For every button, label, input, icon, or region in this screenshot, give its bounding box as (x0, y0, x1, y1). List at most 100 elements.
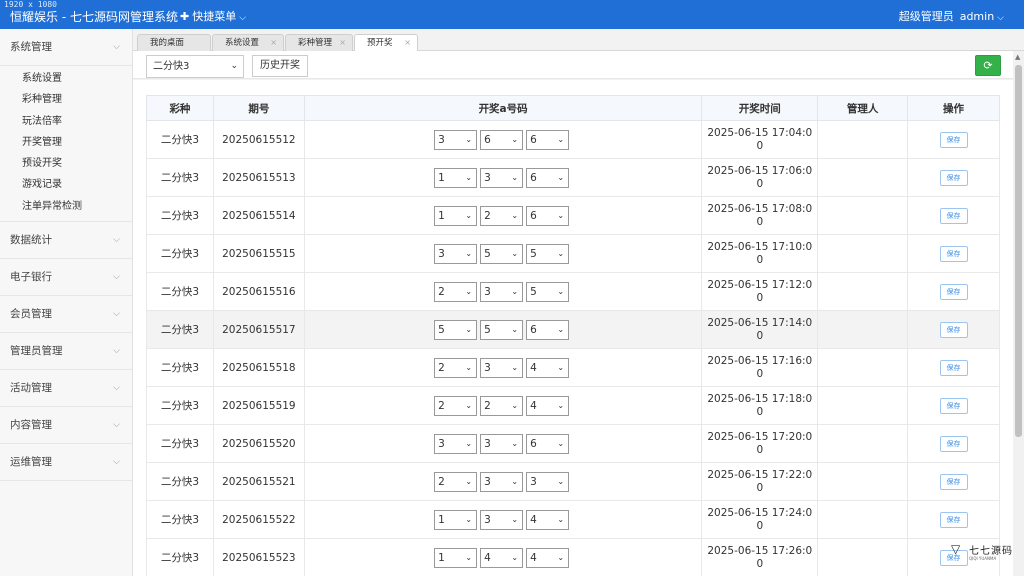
number-select-1[interactable]: 2 ⌄ (434, 471, 478, 492)
manager-cell (817, 386, 909, 425)
draw-time-cell: 2025-06-15 17:12:0 0 (701, 272, 819, 311)
number-selects: 5 ⌄ 5 ⌄ 6 ⌄ (434, 319, 572, 340)
number-select-3[interactable]: 6 ⌄ (526, 167, 570, 188)
scrollbar[interactable]: ▲ (1013, 51, 1024, 576)
number-select-1[interactable]: 1 ⌄ (434, 167, 478, 188)
number-select-1[interactable]: 3 ⌄ (434, 243, 478, 264)
number-select-2[interactable]: 3 ⌄ (480, 167, 524, 188)
save-button[interactable]: 保存 (939, 207, 968, 224)
number-select-2[interactable]: 3 ⌄ (480, 509, 524, 530)
number-select-1[interactable]: 1 ⌄ (434, 205, 478, 226)
close-icon[interactable]: × (339, 35, 346, 51)
draw-table: 彩种 期号 开奖a号码 开奖时间 管理人 操作 二分快3 20250615512 3… (146, 95, 1000, 576)
action-cell: 保存 (907, 310, 1000, 349)
sidebar-item[interactable]: 注单异常检测 (0, 196, 132, 217)
refresh-button[interactable]: ⟳ (975, 55, 1001, 76)
number-select-1[interactable]: 5 ⌄ (434, 319, 478, 340)
number-select-3[interactable]: 6 ⌄ (526, 433, 570, 454)
sidebar-group-activity[interactable]: 活动管理 ⌵ (0, 370, 132, 408)
sidebar-group-content[interactable]: 内容管理 ⌵ (0, 407, 132, 445)
chevron-down-icon: ⌄ (465, 134, 473, 144)
sidebar-group-stats[interactable]: 数据统计 ⌵ (0, 222, 132, 260)
watermark-subtext: QIQI YUANMA (969, 556, 997, 561)
sidebar-group-member[interactable]: 会员管理 ⌵ (0, 296, 132, 334)
save-button[interactable]: 保存 (939, 245, 968, 262)
number-selects: 1 ⌄ 3 ⌄ 6 ⌄ (434, 167, 572, 188)
number-select-2[interactable]: 3 ⌄ (480, 471, 524, 492)
sidebar-item[interactable]: 预设开奖 (0, 153, 132, 174)
number-select-1[interactable]: 2 ⌄ (434, 357, 478, 378)
chevron-down-icon: ⌵ (113, 346, 120, 357)
number-select-2[interactable]: 4 ⌄ (480, 547, 524, 568)
number-select-3[interactable]: 3 ⌄ (526, 471, 570, 492)
chevron-down-icon: ⌄ (511, 248, 519, 258)
sidebar-item[interactable]: 玩法倍率 (0, 111, 132, 132)
number-select-1[interactable]: 1 ⌄ (434, 547, 478, 568)
sidebar-item[interactable]: 开奖管理 (0, 132, 132, 153)
number-select-2[interactable]: 5 ⌄ (480, 243, 524, 264)
number-select-3[interactable]: 4 ⌄ (526, 395, 570, 416)
column-header: 操作 (907, 95, 1000, 121)
lottery-select[interactable]: 二分快3 ⌄ (146, 55, 244, 78)
number-select-2[interactable]: 2 ⌄ (480, 395, 524, 416)
numbers-cell: 3 ⌄ 6 ⌄ 6 ⌄ (303, 120, 703, 159)
number-select-2[interactable]: 3 ⌄ (480, 433, 524, 454)
number-select-3[interactable]: 4 ⌄ (526, 509, 570, 530)
number-select-3[interactable]: 6 ⌄ (526, 205, 570, 226)
issue-cell: 20250615522 (212, 500, 305, 539)
number-select-1[interactable]: 1 ⌄ (434, 509, 478, 530)
chevron-down-icon: ⌄ (511, 514, 519, 524)
sidebar-group-system[interactable]: 系统管理 ⌵ (0, 29, 132, 66)
save-button[interactable]: 保存 (939, 169, 968, 186)
sidebar-group-ebank[interactable]: 电子银行 ⌵ (0, 259, 132, 297)
number-select-value: 5 (530, 247, 537, 260)
sidebar-group-admin[interactable]: 管理员管理 ⌵ (0, 333, 132, 371)
chevron-down-icon: ⌄ (511, 134, 519, 144)
number-select-3[interactable]: 4 ⌄ (526, 357, 570, 378)
scrollbar-thumb[interactable] (1015, 65, 1022, 437)
save-button[interactable]: 保存 (939, 359, 968, 376)
number-select-1[interactable]: 3 ⌄ (434, 433, 478, 454)
close-icon[interactable]: × (270, 35, 277, 51)
save-button[interactable]: 保存 (939, 473, 968, 490)
history-draw-button[interactable]: 历史开奖 (252, 55, 308, 77)
save-button[interactable]: 保存 (939, 397, 968, 414)
sidebar-submenu: 系统设置 彩种管理 玩法倍率 开奖管理 预设开奖 游戏记录 注单异常检测 (0, 66, 132, 223)
number-select-3[interactable]: 4 ⌄ (526, 547, 570, 568)
number-select-2[interactable]: 3 ⌄ (480, 357, 524, 378)
chevron-down-icon: ⌵ (997, 13, 1004, 23)
sidebar-item[interactable]: 游戏记录 (0, 174, 132, 195)
number-select-3[interactable]: 5 ⌄ (526, 243, 570, 264)
number-select-2[interactable]: 2 ⌄ (480, 205, 524, 226)
save-button[interactable]: 保存 (939, 321, 968, 338)
sidebar-group-ops[interactable]: 运维管理 ⌵ (0, 444, 132, 482)
number-select-3[interactable]: 6 ⌄ (526, 319, 570, 340)
close-icon[interactable]: × (404, 35, 411, 51)
scroll-up-icon[interactable]: ▲ (1015, 53, 1020, 61)
tab-lottery-management[interactable]: 彩种管理 × (285, 34, 353, 51)
save-button[interactable]: 保存 (939, 131, 968, 148)
number-select-value: 4 (530, 399, 537, 412)
save-button[interactable]: 保存 (939, 435, 968, 452)
sidebar-item[interactable]: 系统设置 (0, 68, 132, 89)
number-select-1[interactable]: 2 ⌄ (434, 395, 478, 416)
number-select-1[interactable]: 2 ⌄ (434, 281, 478, 302)
save-button[interactable]: 保存 (939, 283, 968, 300)
number-select-2[interactable]: 5 ⌄ (480, 319, 524, 340)
tab-pre-draw[interactable]: 预开奖 × (354, 34, 418, 52)
user-menu[interactable]: 超级管理员 admin ⌵ (899, 8, 1004, 24)
number-select-1[interactable]: 3 ⌄ (434, 129, 478, 150)
tab-system-settings[interactable]: 系统设置 × (212, 34, 284, 51)
number-select-2[interactable]: 3 ⌄ (480, 281, 524, 302)
number-select-2[interactable]: 6 ⌄ (480, 129, 524, 150)
chevron-down-icon: ⌄ (465, 552, 473, 562)
quick-menu-button[interactable]: ✚ 快捷菜单 ⌵ (180, 8, 246, 24)
issue-cell: 20250615515 (212, 234, 305, 273)
number-select-3[interactable]: 6 ⌄ (526, 129, 570, 150)
tab-desktop[interactable]: 我的桌面 (137, 34, 211, 51)
sidebar-item[interactable]: 彩种管理 (0, 89, 132, 110)
number-select-value: 4 (530, 551, 537, 564)
save-button[interactable]: 保存 (939, 511, 968, 528)
number-select-3[interactable]: 5 ⌄ (526, 281, 570, 302)
draw-time-line: 0 (756, 215, 764, 228)
